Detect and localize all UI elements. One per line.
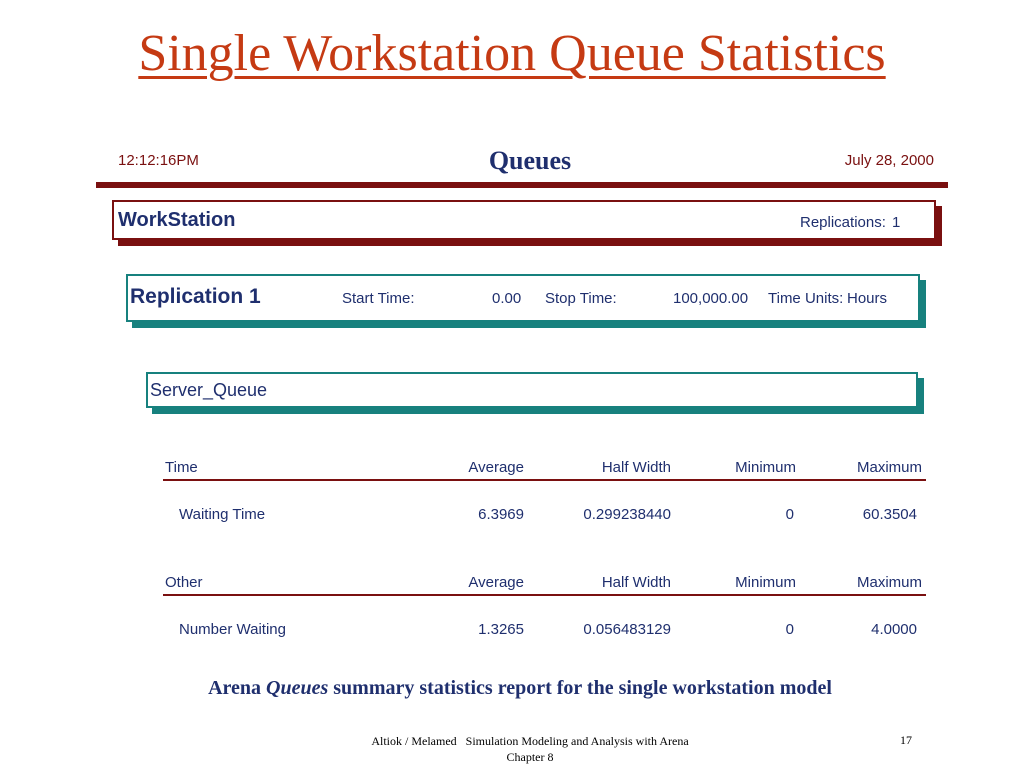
- caption-emphasis: Queues: [266, 677, 329, 699]
- time-statistics-table: Time Average Half Width Minimum Maximum …: [163, 457, 926, 526]
- start-time-label: Start Time:: [342, 290, 415, 307]
- table-header: Other Average Half Width Minimum Maximum: [163, 572, 926, 596]
- table-header: Time Average Half Width Minimum Maximum: [163, 457, 926, 481]
- time-units-label: Time Units:: [768, 290, 844, 307]
- cell-half-width: 0.056483129: [583, 621, 671, 638]
- cell-average: 6.3969: [478, 506, 524, 523]
- queue-panel: Server_Queue: [146, 372, 918, 408]
- caption-prefix: Arena: [208, 677, 262, 699]
- footer-line-1: Altiok / Melamed Simulation Modeling and…: [371, 734, 689, 748]
- replications-value: 1: [892, 214, 901, 231]
- workstation-name: WorkStation: [118, 209, 236, 231]
- column-header-maximum: Maximum: [856, 574, 922, 591]
- column-header-average: Average: [468, 459, 524, 476]
- other-statistics-table: Other Average Half Width Minimum Maximum…: [163, 572, 926, 641]
- time-units-value: Hours: [847, 290, 888, 307]
- figure-caption: Arena Queues summary statistics report f…: [0, 677, 1024, 700]
- slide-footer: Altiok / Melamed Simulation Modeling and…: [270, 733, 790, 765]
- cell-maximum: 60.3504: [862, 506, 917, 523]
- slide-title: Single Workstation Queue Statistics: [138, 25, 886, 82]
- column-header-maximum: Maximum: [856, 459, 922, 476]
- footer-line-2: Chapter 8: [506, 750, 554, 764]
- replications-label: Replications:: [800, 214, 886, 231]
- cell-maximum: 4.0000: [871, 621, 917, 638]
- workstation-panel: WorkStation Replications: 1: [112, 200, 936, 240]
- start-time-value: 0.00: [492, 290, 522, 307]
- cell-minimum: 0: [785, 621, 794, 638]
- cell-average: 1.3265: [478, 621, 524, 638]
- column-header-half-width: Half Width: [601, 574, 671, 591]
- column-header-half-width: Half Width: [601, 459, 671, 476]
- stop-time-value: 100,000.00: [673, 290, 749, 307]
- stop-time-label: Stop Time:: [545, 290, 617, 307]
- cell-minimum: 0: [785, 506, 794, 523]
- replication-name: Replication 1: [130, 285, 261, 308]
- column-header-minimum: Minimum: [735, 574, 796, 591]
- cell-half-width: 0.299238440: [583, 506, 671, 523]
- header-divider: [96, 182, 948, 188]
- column-header-minimum: Minimum: [735, 459, 796, 476]
- table-row: Number Waiting 1.3265 0.056483129 0 4.00…: [163, 619, 926, 641]
- caption-suffix: summary statistics report for the single…: [333, 677, 832, 699]
- column-header-category: Time: [165, 459, 198, 476]
- replication-panel: Replication 1 Start Time: 0.00 Stop Time…: [126, 274, 920, 322]
- column-header-category: Other: [165, 574, 203, 591]
- page-number: 17: [900, 733, 912, 747]
- column-header-average: Average: [468, 574, 524, 591]
- row-label: Waiting Time: [179, 506, 266, 523]
- queue-name: Server_Queue: [150, 380, 268, 400]
- row-label: Number Waiting: [179, 621, 286, 638]
- report-date: July 28, 2000: [844, 152, 934, 169]
- table-row: Waiting Time 6.3969 0.299238440 0 60.350…: [163, 504, 926, 526]
